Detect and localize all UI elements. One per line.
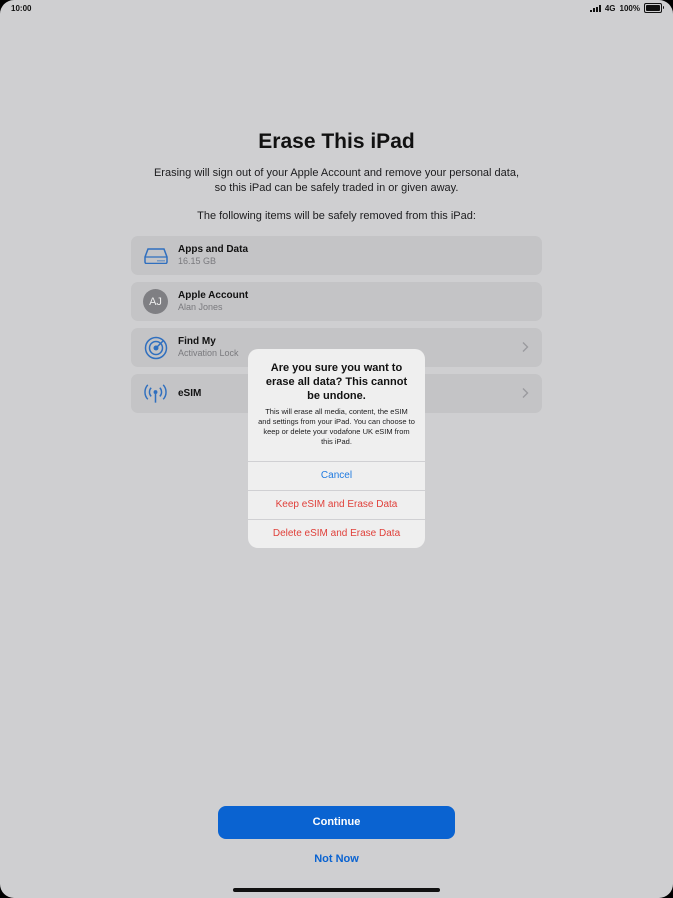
not-now-button[interactable]: Not Now bbox=[0, 853, 673, 865]
item-subtitle: 16.15 GB bbox=[178, 256, 217, 266]
item-title: Apple Account bbox=[178, 290, 249, 301]
battery-percent: 100% bbox=[619, 3, 640, 13]
alert-title: Are you sure you want to erase all data?… bbox=[265, 362, 408, 402]
find-my-icon bbox=[143, 335, 168, 360]
drive-icon bbox=[143, 243, 168, 268]
erase-ipad-screen: 10:00 4G 100% Erase This iPad Erasing wi… bbox=[0, 0, 673, 898]
avatar-initials: AJ bbox=[143, 289, 168, 314]
cancel-button[interactable]: Cancel bbox=[248, 461, 425, 490]
avatar: AJ bbox=[143, 289, 168, 314]
antenna-icon bbox=[143, 381, 168, 406]
battery-icon bbox=[644, 3, 664, 13]
alert-message: This will erase all media, content, the … bbox=[258, 407, 415, 446]
home-indicator[interactable] bbox=[233, 888, 440, 892]
network-type: 4G bbox=[604, 3, 616, 13]
chevron-right-icon bbox=[522, 388, 529, 398]
page-description: Erasing will sign out of your Apple Acco… bbox=[153, 167, 520, 194]
status-bar: 10:00 4G 100% bbox=[0, 0, 673, 16]
status-right: 4G 100% bbox=[589, 3, 664, 13]
keep-esim-erase-button[interactable]: Keep eSIM and Erase Data bbox=[248, 490, 425, 519]
item-title: Apps and Data bbox=[178, 244, 249, 255]
item-apple-account: AJ Apple Account Alan Jones bbox=[131, 282, 542, 321]
items-intro: The following items will be safely remov… bbox=[197, 210, 476, 222]
item-title: Find My bbox=[178, 336, 216, 347]
item-subtitle: Alan Jones bbox=[178, 302, 223, 312]
confirm-erase-alert: Are you sure you want to erase all data?… bbox=[248, 349, 425, 548]
chevron-right-icon bbox=[522, 342, 529, 352]
delete-esim-erase-button[interactable]: Delete eSIM and Erase Data bbox=[248, 519, 425, 548]
signal-icon bbox=[589, 4, 601, 12]
item-title: eSIM bbox=[178, 388, 202, 399]
status-time: 10:00 bbox=[11, 4, 32, 13]
page-title: Erase This iPad bbox=[258, 130, 415, 153]
item-apps-and-data: Apps and Data 16.15 GB bbox=[131, 236, 542, 275]
continue-button[interactable]: Continue bbox=[218, 806, 455, 839]
item-subtitle: Activation Lock bbox=[178, 348, 239, 358]
